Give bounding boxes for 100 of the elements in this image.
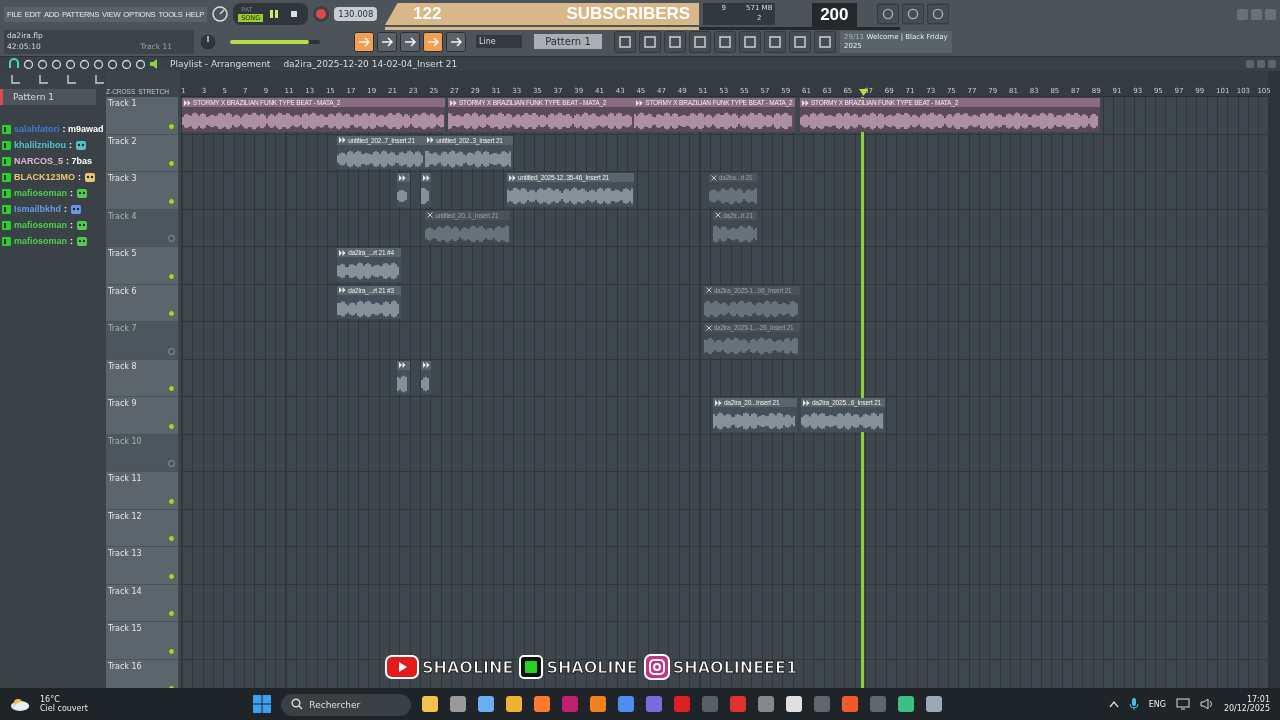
track-lane[interactable] (180, 509, 1268, 547)
toolbar-icon[interactable] (814, 30, 836, 53)
track-header[interactable]: Track 3 (106, 172, 178, 210)
tool-icon[interactable] (65, 58, 76, 70)
tool-icon[interactable] (23, 58, 34, 70)
track-enable-indicator[interactable] (168, 610, 175, 617)
toolbar-icon[interactable] (877, 3, 900, 25)
dial-icon[interactable] (211, 5, 230, 23)
track-header[interactable]: Track 9 (106, 397, 178, 435)
speaker-icon[interactable] (1199, 698, 1214, 710)
track-header[interactable]: Track 5 (106, 247, 178, 285)
toolbar-icon[interactable] (739, 30, 761, 53)
tool-icon[interactable] (94, 73, 106, 85)
cross-icon (705, 287, 712, 293)
magnet-icon[interactable] (8, 58, 20, 70)
microphone-icon[interactable] (1128, 697, 1139, 711)
track-header[interactable]: Track 14 (106, 584, 178, 622)
track-lane[interactable] (180, 472, 1268, 510)
app-icon[interactable] (477, 695, 496, 713)
tool-icon[interactable] (10, 73, 22, 85)
tool-icon[interactable] (51, 58, 62, 70)
track-header[interactable]: Track 2 (106, 134, 178, 172)
track-header[interactable]: Track 13 (106, 547, 178, 585)
audio-clip[interactable] (421, 173, 432, 207)
tempo-display[interactable]: 130.008 (334, 7, 378, 21)
app-icon[interactable] (589, 695, 608, 713)
toolbar-icon[interactable] (789, 30, 811, 53)
audio-clip[interactable] (397, 360, 410, 394)
track-header[interactable]: Track 11 (106, 472, 178, 510)
toolbar-icon[interactable] (614, 30, 636, 53)
track-lane[interactable] (180, 547, 1268, 585)
tool-icon[interactable] (66, 73, 78, 85)
audio-clip[interactable] (421, 360, 432, 394)
toolbar-icon[interactable] (714, 30, 736, 53)
track-header[interactable]: Track 7 (106, 322, 178, 360)
record-icon[interactable] (312, 5, 331, 23)
toolbar-icon[interactable] (902, 3, 925, 25)
tool-icon[interactable] (121, 58, 132, 70)
app-icon[interactable] (925, 695, 944, 713)
app-icon[interactable] (897, 695, 916, 713)
tool-icon[interactable] (79, 58, 90, 70)
track-enable-indicator[interactable] (168, 497, 175, 505)
dial-icon[interactable] (198, 31, 218, 52)
windows-logo-icon[interactable] (253, 695, 272, 713)
toolbar-icon[interactable] (927, 3, 950, 25)
track-lane[interactable] (180, 359, 1268, 397)
toolbar-icon[interactable] (423, 31, 443, 52)
track-lane[interactable] (180, 584, 1268, 622)
track-enable-indicator[interactable] (168, 385, 175, 392)
scrollbar[interactable] (1268, 71, 1280, 688)
track-lane[interactable] (180, 622, 1268, 660)
track-enable-indicator[interactable] (168, 647, 175, 655)
app-icon[interactable] (421, 695, 440, 713)
pattern-selector[interactable]: Pattern 1 (534, 34, 602, 49)
toolbar-icon[interactable] (689, 30, 711, 53)
track-lane[interactable] (180, 434, 1268, 472)
app-icon[interactable] (617, 695, 636, 713)
toolbar-icon[interactable] (639, 30, 661, 53)
toolbar-icon[interactable] (764, 30, 786, 53)
app-icon[interactable] (505, 695, 524, 713)
track-enable-indicator[interactable] (168, 310, 175, 317)
tool-icon[interactable] (135, 58, 146, 70)
tool-icon[interactable] (38, 73, 50, 85)
tool-icon[interactable] (107, 58, 118, 70)
app-icon[interactable] (449, 695, 468, 713)
track-header[interactable]: Track 1 (106, 97, 178, 135)
toolbar-icon[interactable] (377, 31, 397, 52)
track-enable-indicator[interactable] (168, 197, 175, 205)
track-enable-indicator[interactable] (168, 272, 175, 280)
track-header[interactable]: Track 16 (106, 659, 178, 688)
track-header[interactable]: Track 8 (106, 359, 178, 397)
chevron-up-icon[interactable] (1108, 700, 1119, 708)
toolbar-icon[interactable] (400, 31, 420, 52)
toolbar-icon[interactable] (354, 31, 374, 52)
toolbar-icon[interactable] (446, 31, 466, 52)
tool-icon[interactable] (37, 58, 48, 70)
track-header[interactable]: Track 10 (106, 434, 178, 472)
track-header[interactable]: Track 15 (106, 622, 178, 660)
track-enable-indicator[interactable] (168, 122, 175, 130)
track-header[interactable]: Track 4 (106, 209, 178, 247)
track-enable-indicator[interactable] (168, 160, 175, 167)
app-icon[interactable] (785, 695, 804, 713)
toolbar-icon[interactable] (664, 30, 686, 53)
track-enable-indicator[interactable] (168, 535, 175, 542)
track-enable-indicator[interactable] (168, 422, 175, 430)
tool-icon[interactable] (93, 58, 104, 70)
track-header[interactable]: Track 12 (106, 509, 178, 547)
app-icon[interactable] (533, 695, 552, 713)
language-indicator[interactable]: ENG (1148, 699, 1166, 709)
audio-clip[interactable] (397, 173, 410, 207)
weather-temperature[interactable]: 16°C (40, 695, 88, 704)
snap-dropdown[interactable]: Line (476, 35, 522, 48)
social-handle: SHAOLINE (546, 657, 638, 677)
search-field[interactable]: Rechercher (281, 694, 412, 716)
monitor-icon[interactable] (1175, 698, 1190, 710)
pattern-item[interactable]: Pattern 1 (0, 89, 96, 105)
clock[interactable]: 17:01 20/12/2025 (1223, 695, 1270, 713)
track-header[interactable]: Track 6 (106, 284, 178, 322)
weather-description[interactable]: Ciel couvert (40, 704, 88, 713)
track-enable-indicator[interactable] (168, 572, 175, 580)
